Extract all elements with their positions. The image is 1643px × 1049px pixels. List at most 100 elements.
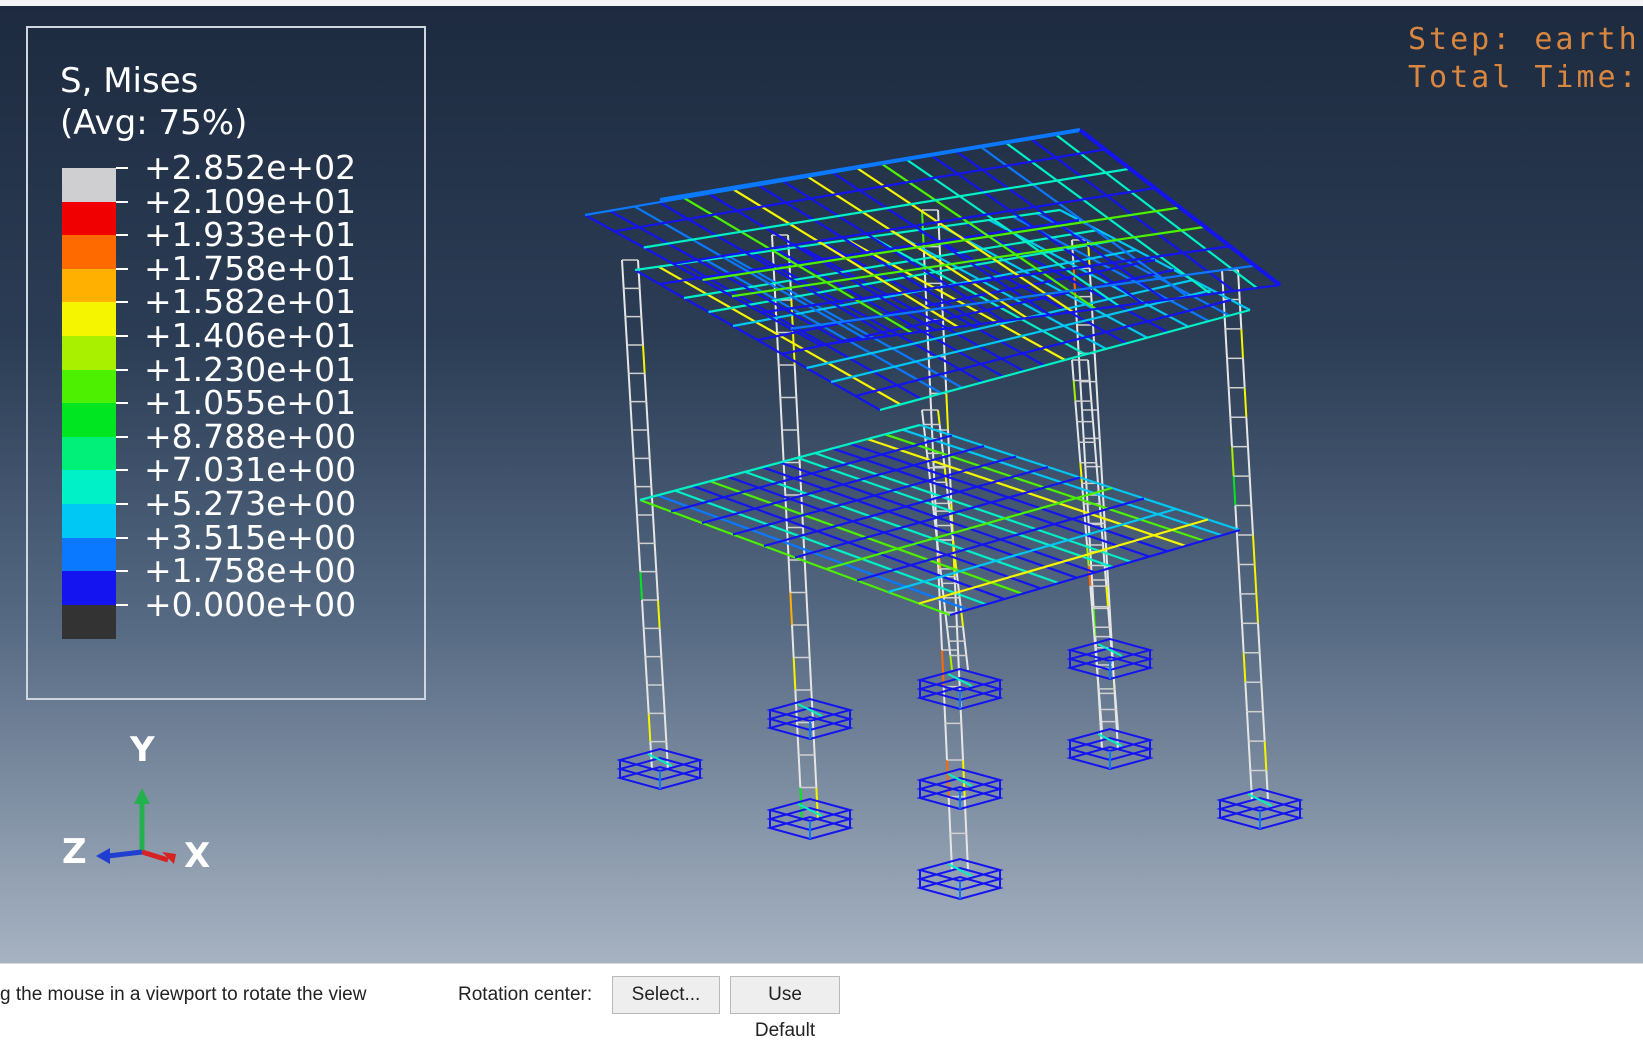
column-mesh: [779, 397, 783, 431]
column-mesh: [643, 373, 648, 402]
column-mesh: [958, 597, 963, 613]
column-mesh: [1253, 564, 1258, 594]
column-mesh: [665, 741, 669, 771]
column-mesh: [946, 626, 950, 642]
column-mesh: [1257, 623, 1261, 653]
structure-mesh-plot[interactable]: [560, 110, 1360, 950]
column-mesh: [629, 401, 633, 431]
column-mesh: [963, 796, 968, 834]
column-mesh: [1086, 494, 1090, 524]
axis-y-label: Y: [130, 730, 155, 770]
legend-tick: [116, 200, 128, 203]
column-mesh: [1079, 381, 1083, 411]
column-mesh: [645, 401, 649, 431]
legend-value: +1.582e+01: [144, 282, 357, 322]
viewport-top-border: [0, 0, 1643, 6]
column-mesh: [944, 723, 948, 761]
legend-tick: [116, 570, 128, 573]
column-mesh: [663, 713, 668, 742]
column-mesh: [798, 462, 803, 496]
column-mesh: [1242, 358, 1246, 388]
select-button[interactable]: Select...: [612, 976, 720, 1014]
column-mesh: [647, 429, 651, 459]
legend-value: +1.406e+01: [144, 316, 357, 355]
total-time-label: Total Time:: [1408, 60, 1640, 95]
legend-value: +2.852e+02: [144, 148, 357, 187]
legend-swatch: [62, 336, 116, 370]
column-mesh: [1097, 409, 1101, 439]
column-mesh: [627, 373, 632, 402]
axis-z-label: Z: [62, 832, 87, 872]
column-mesh: [808, 657, 813, 691]
column-mesh: [793, 364, 798, 398]
column-mesh: [626, 344, 630, 374]
column-mesh: [948, 466, 953, 504]
legend-value: +8.788e+00: [144, 416, 357, 456]
axis-triad: Y Z X: [50, 730, 250, 920]
legend-swatch: [62, 604, 116, 639]
column-mesh: [1074, 401, 1078, 422]
column-mesh: [653, 543, 658, 572]
column-mesh: [945, 393, 949, 431]
column-mesh: [662, 684, 666, 714]
column-mesh: [789, 592, 793, 626]
legend-tick: [116, 469, 128, 472]
legend-value: +1.055e+01: [144, 383, 357, 423]
column-mesh: [652, 514, 656, 544]
column-mesh: [634, 486, 638, 516]
column-mesh: [650, 486, 654, 516]
column-mesh: [1237, 564, 1242, 594]
column-mesh: [1229, 417, 1233, 447]
column-mesh: [648, 458, 653, 487]
column-mesh: [1248, 476, 1253, 506]
legend-swatch: [62, 201, 116, 236]
viewport[interactable]: S, Mises (Avg: 75%) +2.852e+02 +2.109e+01…: [0, 0, 1643, 963]
column-mesh: [782, 462, 787, 496]
legend-value: +0.000e+00: [144, 584, 357, 624]
column-mesh: [1263, 741, 1268, 771]
column-mesh: [1260, 682, 1264, 712]
column-mesh: [1088, 380, 1093, 402]
column-mesh: [1087, 359, 1091, 381]
column-mesh: [1227, 387, 1232, 418]
column-mesh: [1236, 534, 1240, 565]
column-mesh: [797, 754, 802, 788]
column-mesh: [1247, 741, 1252, 771]
column-mesh: [1231, 446, 1235, 477]
column-mesh: [642, 344, 646, 374]
column-mesh: [792, 657, 797, 691]
column-mesh: [1090, 296, 1094, 326]
legend-value: +7.031e+00: [144, 450, 357, 490]
column-mesh: [1239, 593, 1243, 624]
legend-tick: [116, 503, 128, 505]
legend-tick: [116, 368, 128, 371]
floor-slab-mesh: [670, 434, 953, 513]
column-mesh: [638, 288, 643, 317]
column-mesh: [937, 409, 941, 425]
column-mesh: [644, 656, 648, 686]
column-mesh: [1262, 711, 1266, 742]
use-default-button[interactable]: Use Default: [730, 976, 840, 1041]
column-mesh: [813, 754, 818, 788]
column-mesh: [632, 458, 637, 487]
column-mesh: [1242, 652, 1247, 683]
column-mesh: [1090, 401, 1094, 422]
step-label: Step: earth: [1408, 22, 1640, 57]
column-mesh: [803, 559, 808, 593]
column-mesh: [781, 429, 785, 463]
column-mesh: [947, 640, 952, 656]
column-mesh: [1243, 387, 1248, 418]
column-mesh: [1232, 476, 1237, 506]
column-mesh: [1255, 593, 1259, 624]
prompt-hint: g the mouse in a viewport to rotate the …: [0, 984, 367, 1005]
column-mesh: [787, 559, 792, 593]
column-mesh: [1092, 324, 1096, 354]
column-mesh: [1081, 409, 1085, 439]
contour-legend: S, Mises (Avg: 75%) +2.852e+02 +2.109e+01…: [26, 26, 426, 700]
column-mesh: [1076, 421, 1080, 443]
column-mesh: [636, 514, 640, 544]
column-mesh: [1079, 462, 1083, 484]
column-mesh: [941, 649, 945, 687]
column-mesh: [631, 429, 635, 459]
column-mesh: [646, 684, 650, 714]
